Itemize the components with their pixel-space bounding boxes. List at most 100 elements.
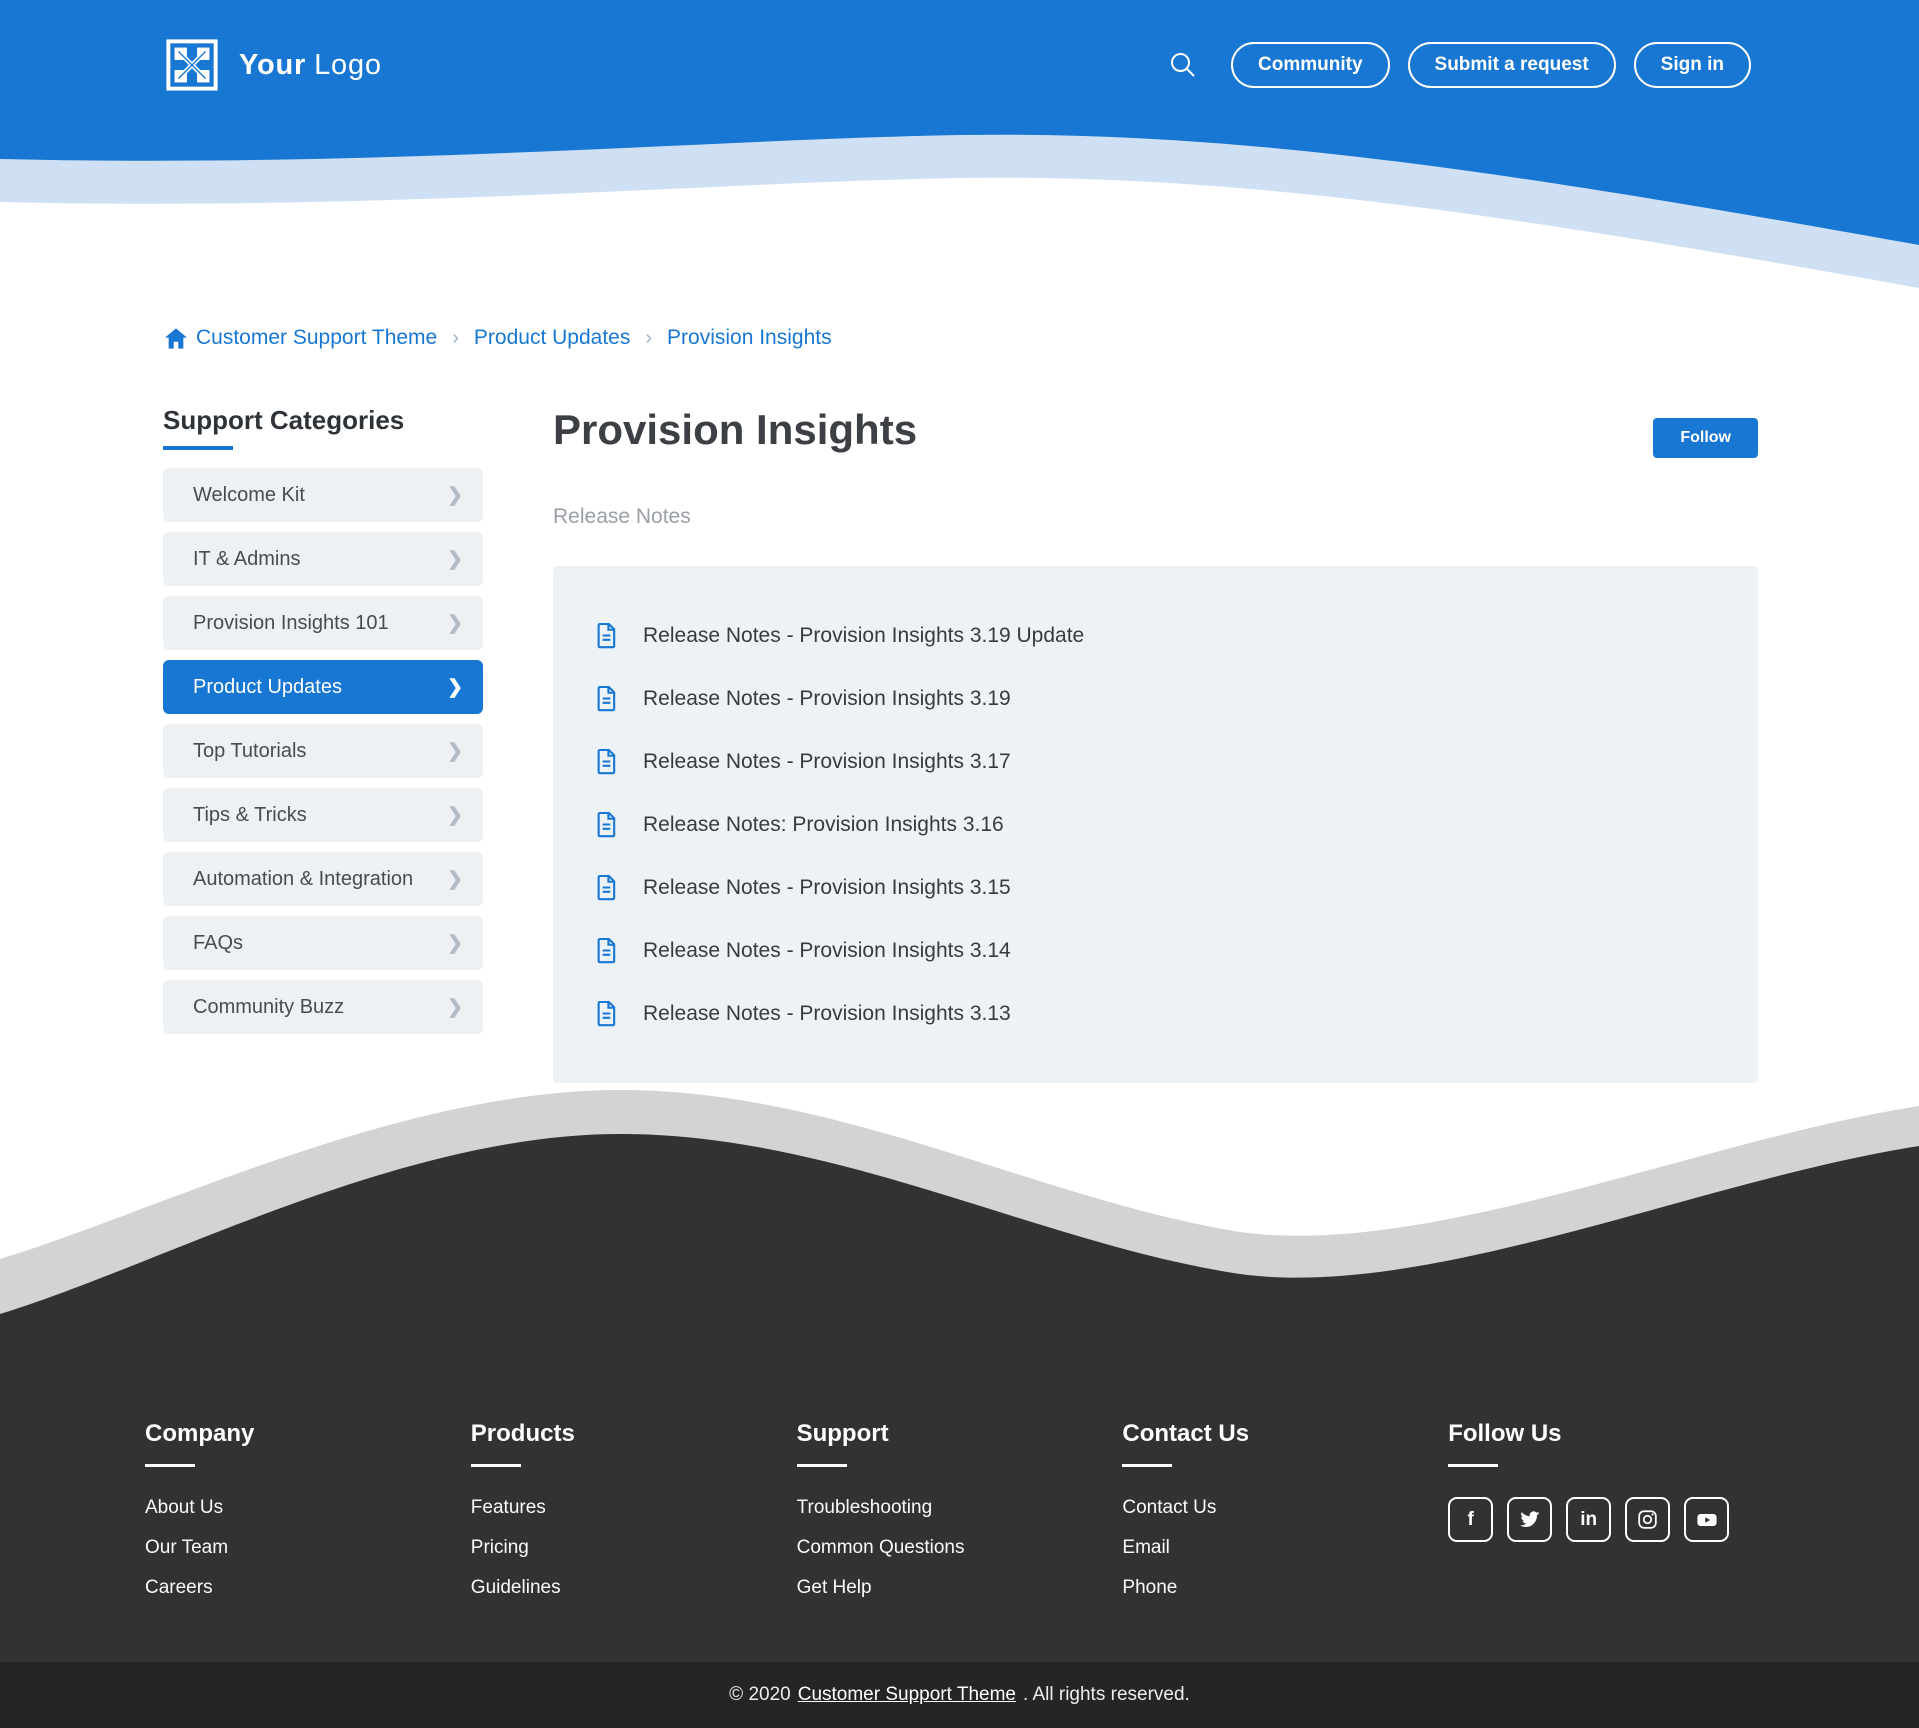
- article-row: Release Notes - Provision Insights 3.13: [595, 982, 1716, 1045]
- sidebar-item-label: Provision Insights 101: [193, 612, 389, 635]
- instagram-icon[interactable]: [1625, 1497, 1670, 1542]
- breadcrumb: Customer Support Theme › Product Updates…: [165, 326, 1919, 350]
- sidebar-item-label: Automation & Integration: [193, 868, 413, 891]
- footer-link[interactable]: Pricing: [471, 1537, 797, 1559]
- sidebar-item-list: Welcome Kit ❯ IT & Admins ❯ Provision In…: [163, 468, 483, 1034]
- chevron-right-icon: ❯: [447, 996, 463, 1019]
- header-wave: [0, 130, 1919, 300]
- footer-link[interactable]: Common Questions: [797, 1537, 1123, 1559]
- footer-link[interactable]: Troubleshooting: [797, 1497, 1123, 1519]
- footer-link-list: Features Pricing Guidelines: [471, 1497, 797, 1599]
- footer-link[interactable]: Email: [1122, 1537, 1448, 1559]
- footer-title-underline: [471, 1464, 521, 1467]
- sidebar-item[interactable]: Community Buzz ❯: [163, 980, 483, 1034]
- linkedin-icon[interactable]: in: [1566, 1497, 1611, 1542]
- copyright-prefix: © 2020: [729, 1684, 791, 1706]
- sidebar-item-label: Community Buzz: [193, 996, 344, 1019]
- footer-column-title: Support: [797, 1420, 1123, 1448]
- support-categories-sidebar: Support Categories Welcome Kit ❯ IT & Ad…: [163, 406, 483, 1083]
- footer-column-title: Products: [471, 1420, 797, 1448]
- breadcrumb-home-link[interactable]: Customer Support Theme: [165, 326, 437, 350]
- content-area: Support Categories Welcome Kit ❯ IT & Ad…: [0, 350, 1919, 1083]
- footer-link[interactable]: Our Team: [145, 1537, 471, 1559]
- chevron-right-icon: ❯: [447, 484, 463, 507]
- sidebar-item[interactable]: Automation & Integration ❯: [163, 852, 483, 906]
- site-footer: Company About UsOur TeamCareers Products…: [0, 1320, 1919, 1662]
- copyright-suffix: . All rights reserved.: [1023, 1684, 1190, 1706]
- document-icon: [595, 685, 618, 712]
- sidebar-item[interactable]: Welcome Kit ❯: [163, 468, 483, 522]
- footer-link[interactable]: Careers: [145, 1577, 471, 1599]
- search-icon[interactable]: [1167, 49, 1199, 81]
- footer-link[interactable]: Features: [471, 1497, 797, 1519]
- sidebar-item-label: Welcome Kit: [193, 484, 305, 507]
- sidebar-item-label: FAQs: [193, 932, 243, 955]
- sidebar-item-label: Product Updates: [193, 676, 342, 699]
- copyright-bar: © 2020 Customer Support Theme . All righ…: [0, 1662, 1919, 1728]
- sidebar-item[interactable]: Tips & Tricks ❯: [163, 788, 483, 842]
- document-icon: [595, 811, 618, 838]
- sign-in-button[interactable]: Sign in: [1634, 42, 1751, 88]
- article-row: Release Notes - Provision Insights 3.14: [595, 919, 1716, 982]
- article-link[interactable]: Release Notes - Provision Insights 3.17: [643, 750, 1011, 774]
- document-icon: [595, 622, 618, 649]
- sidebar-item[interactable]: IT & Admins ❯: [163, 532, 483, 586]
- chevron-right-icon: ❯: [447, 740, 463, 763]
- article-link[interactable]: Release Notes - Provision Insights 3.19: [643, 687, 1011, 711]
- follow-button[interactable]: Follow: [1653, 418, 1758, 458]
- sidebar-title-underline: [163, 446, 233, 450]
- article-row: Release Notes - Provision Insights 3.19: [595, 667, 1716, 730]
- document-icon: [595, 1000, 618, 1027]
- logo-icon: [165, 38, 219, 92]
- footer-link[interactable]: About Us: [145, 1497, 471, 1519]
- sidebar-item[interactable]: FAQs ❯: [163, 916, 483, 970]
- article-row: Release Notes - Provision Insights 3.19 …: [595, 604, 1716, 667]
- breadcrumb-separator: ›: [645, 327, 652, 350]
- article-row: Release Notes - Provision Insights 3.15: [595, 856, 1716, 919]
- sidebar-item-label: IT & Admins: [193, 548, 300, 571]
- footer-title-underline: [797, 1464, 847, 1467]
- footer-link[interactable]: Contact Us: [1122, 1497, 1448, 1519]
- footer-column-title: Contact Us: [1122, 1420, 1448, 1448]
- article-link[interactable]: Release Notes - Provision Insights 3.15: [643, 876, 1011, 900]
- header-actions: Community Submit a request Sign in: [1167, 42, 1751, 88]
- footer-link[interactable]: Get Help: [797, 1577, 1123, 1599]
- footer-column-support: Support Troubleshooting Common Questions G…: [797, 1420, 1123, 1662]
- article-link[interactable]: Release Notes - Provision Insights 3.14: [643, 939, 1011, 963]
- breadcrumb-current-page[interactable]: Provision Insights: [667, 326, 832, 350]
- document-icon: [595, 874, 618, 901]
- article-link[interactable]: Release Notes - Provision Insights 3.13: [643, 1002, 1011, 1026]
- facebook-icon[interactable]: f: [1448, 1497, 1493, 1542]
- footer-link[interactable]: Guidelines: [471, 1577, 797, 1599]
- footer-column-company: Company About UsOur TeamCareers: [145, 1420, 471, 1662]
- sidebar-item[interactable]: Provision Insights 101 ❯: [163, 596, 483, 650]
- breadcrumb-product-updates-link[interactable]: Product Updates: [474, 326, 630, 350]
- footer-title-underline: [145, 1464, 195, 1467]
- home-icon: [165, 328, 187, 349]
- copyright-theme-link[interactable]: Customer Support Theme: [798, 1684, 1016, 1706]
- document-icon: [595, 748, 618, 775]
- site-logo[interactable]: YourLogo: [165, 38, 382, 92]
- chevron-right-icon: ❯: [447, 868, 463, 891]
- footer-column-title: Follow Us: [1448, 1420, 1774, 1448]
- section-label: Release Notes: [553, 504, 1758, 530]
- page-title: Provision Insights: [553, 406, 917, 454]
- youtube-icon[interactable]: [1684, 1497, 1729, 1542]
- sidebar-item-label: Top Tutorials: [193, 740, 306, 763]
- chevron-right-icon: ❯: [447, 932, 463, 955]
- twitter-icon[interactable]: [1507, 1497, 1552, 1542]
- breadcrumb-separator: ›: [452, 327, 459, 350]
- submit-request-button[interactable]: Submit a request: [1408, 42, 1616, 88]
- footer-link[interactable]: Phone: [1122, 1577, 1448, 1599]
- article-link[interactable]: Release Notes: Provision Insights 3.16: [643, 813, 1004, 837]
- community-button[interactable]: Community: [1231, 42, 1390, 88]
- chevron-right-icon: ❯: [447, 548, 463, 571]
- sidebar-item[interactable]: Product Updates ❯: [163, 660, 483, 714]
- footer-link-list: Contact Us Email Phone: [1122, 1497, 1448, 1599]
- article-link[interactable]: Release Notes - Provision Insights 3.19 …: [643, 624, 1084, 648]
- footer-link-list: Troubleshooting Common Questions Get Help: [797, 1497, 1123, 1599]
- document-icon: [595, 937, 618, 964]
- footer-title-underline: [1448, 1464, 1498, 1467]
- sidebar-item[interactable]: Top Tutorials ❯: [163, 724, 483, 778]
- footer-column-follow-us: Follow Us f in: [1448, 1420, 1774, 1662]
